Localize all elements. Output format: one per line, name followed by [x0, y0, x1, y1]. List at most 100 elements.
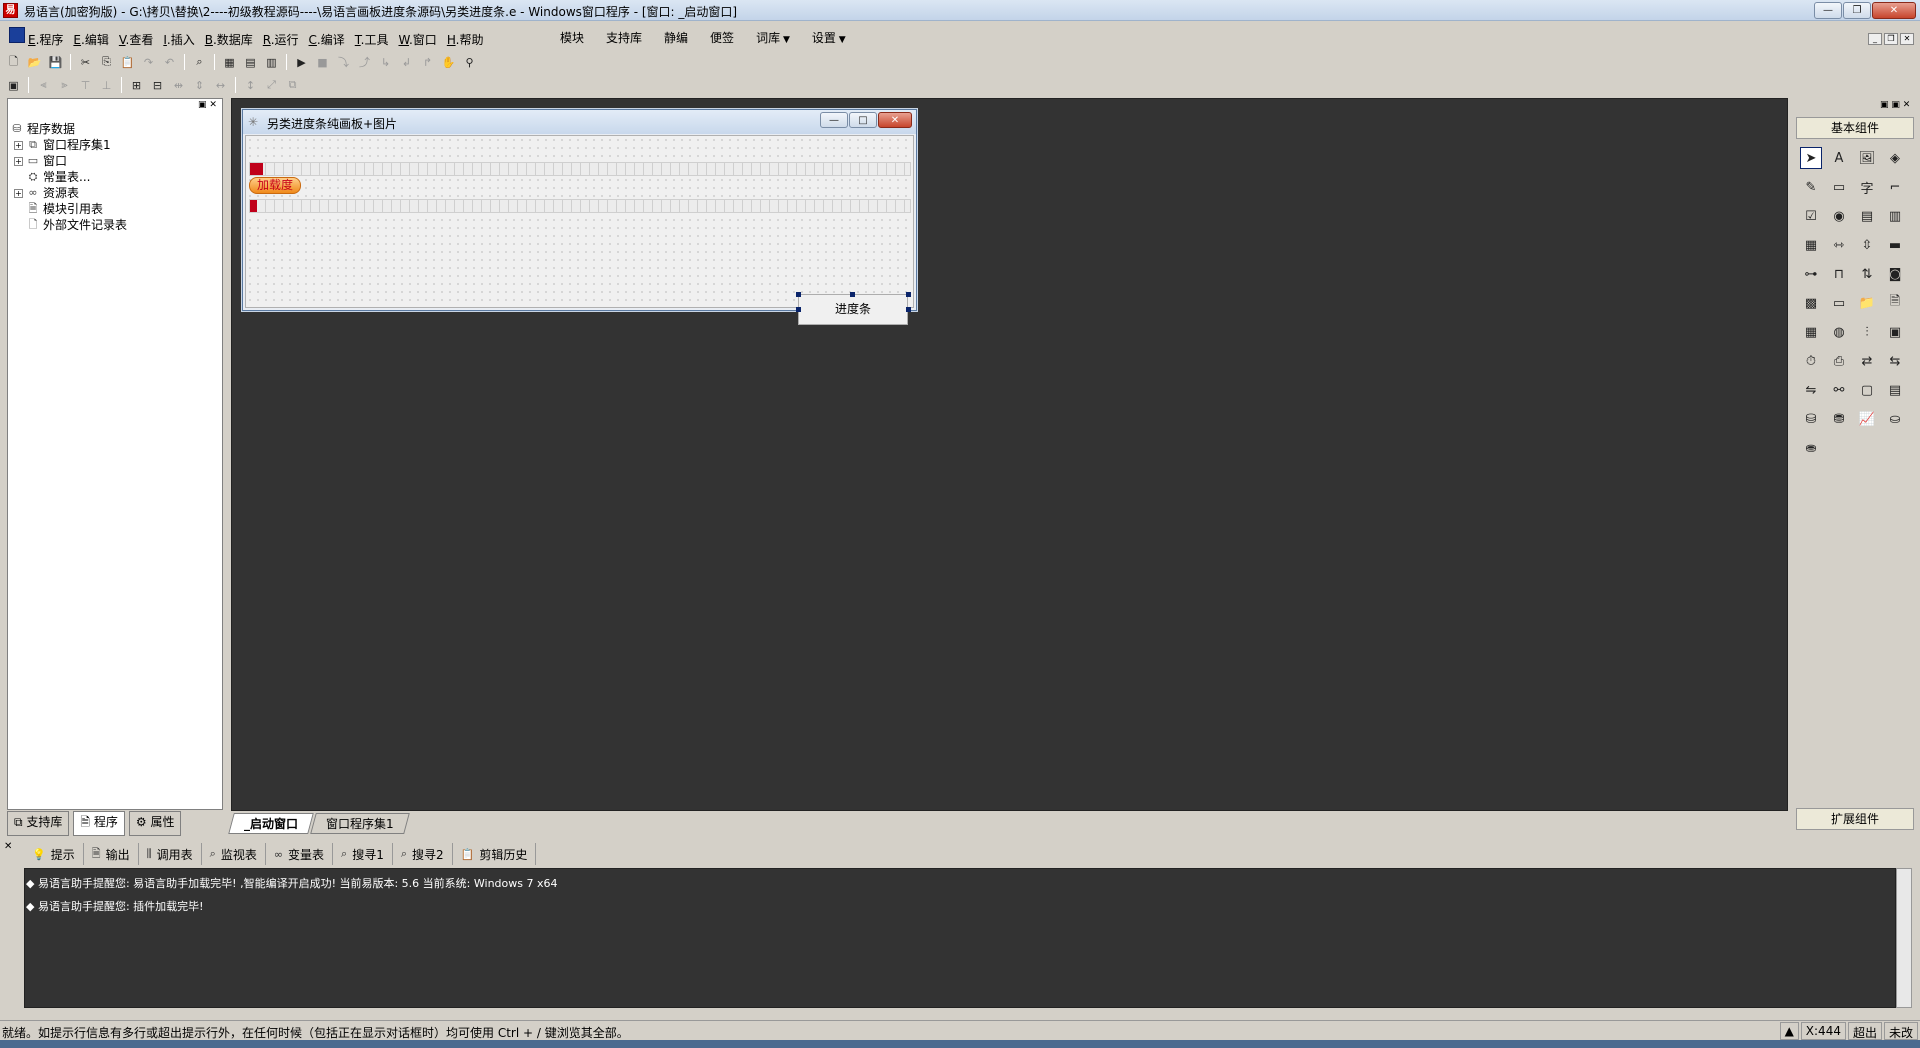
panel-pin-icon[interactable]: ▣ ▣ ✕	[1880, 100, 1910, 110]
form-client-area[interactable]: 加载度 进度条	[245, 135, 914, 325]
scroll-v-icon[interactable]: ⇳	[1856, 234, 1878, 256]
document-icon[interactable]: 🗎	[1884, 292, 1906, 314]
extended-components-header[interactable]: 扩展组件	[1796, 808, 1914, 830]
menu-run[interactable]: R.运行	[263, 31, 299, 48]
menu-database[interactable]: B.数据库	[205, 31, 253, 48]
layout-2-icon[interactable]: ▤	[241, 53, 260, 71]
select-list-icon[interactable]: ▦	[1800, 234, 1822, 256]
menu-window[interactable]: W.窗口	[398, 31, 436, 48]
tab-program[interactable]: 🗎 程序	[73, 811, 125, 836]
calendar-icon[interactable]: ▩	[1800, 292, 1822, 314]
minimize-button[interactable]: —	[1814, 2, 1842, 19]
checkbox-icon[interactable]: ☑	[1800, 205, 1822, 227]
open-folder-icon[interactable]: 📂	[25, 53, 44, 71]
load-label[interactable]: 加载度	[249, 177, 301, 194]
hand-icon[interactable]: ✋	[439, 53, 458, 71]
odbc-icon[interactable]: ⛀	[1884, 408, 1906, 430]
network-icon[interactable]: ⇄	[1856, 350, 1878, 372]
expand-icon[interactable]: +	[14, 140, 23, 150]
menu-compile[interactable]: C.编译	[309, 31, 345, 48]
save-icon[interactable]: 💾	[46, 53, 65, 71]
selection-handle[interactable]	[796, 307, 801, 312]
align-top-icon[interactable]: ⊤	[76, 76, 95, 94]
port-icon[interactable]: ⚯	[1828, 379, 1850, 401]
menu-help[interactable]: H.帮助	[447, 31, 484, 48]
list-box-icon[interactable]: ▥	[1884, 205, 1906, 227]
button-icon[interactable]: ▭	[1828, 176, 1850, 198]
align-left-icon[interactable]: ⫷	[34, 76, 53, 94]
menu-edit[interactable]: E.编辑	[73, 31, 108, 48]
server-icon[interactable]: ⇋	[1800, 379, 1822, 401]
tab-control-icon[interactable]: ⊓	[1828, 263, 1850, 285]
output-scrollbar[interactable]	[1896, 868, 1912, 1008]
step-3-icon[interactable]: ↳	[376, 53, 395, 71]
copy-icon[interactable]: ⎘	[97, 53, 116, 71]
tree-item-constants[interactable]: ⛭ 常量表...	[10, 169, 127, 185]
progress-icon[interactable]: ▬	[1884, 234, 1906, 256]
folder-icon[interactable]: 📁	[1856, 292, 1878, 314]
tab-search-2[interactable]: ⌕ 搜寻2	[393, 843, 453, 865]
client-icon[interactable]: ⇆	[1884, 350, 1906, 372]
output-close-icon[interactable]: ✕	[4, 841, 12, 852]
camera-icon[interactable]: ◙	[1884, 263, 1906, 285]
mdi-close-button[interactable]: ✕	[1900, 33, 1914, 45]
center-v-icon[interactable]: ⊟	[148, 76, 167, 94]
menu-module[interactable]: 模块	[560, 29, 584, 46]
tab-call-stack[interactable]: ⫼ 调用表	[139, 843, 202, 865]
form-minimize-button[interactable]: —	[820, 112, 848, 128]
form-designer-window[interactable]: ✳ 另类进度条纯画板+图片 — □ ✕ 加载度 进度条	[242, 109, 917, 325]
panel-icon[interactable]: ▤	[1884, 379, 1906, 401]
tab-watch[interactable]: ⌕ 监视表	[202, 843, 266, 865]
tree-item-module-refs[interactable]: 🗎 模块引用表	[10, 201, 127, 217]
expand-icon[interactable]: +	[14, 156, 23, 166]
layout-1-icon[interactable]: ▦	[220, 53, 239, 71]
selection-handle[interactable]	[906, 307, 911, 312]
tab-properties[interactable]: ⚙ 属性	[128, 811, 182, 836]
selection-handle[interactable]	[906, 292, 911, 297]
tab-variables[interactable]: ∞ 变量表	[266, 843, 334, 865]
run-icon[interactable]: ▶	[292, 53, 311, 71]
tab-clip-history[interactable]: 📋 剪辑历史	[453, 843, 537, 865]
slider-icon[interactable]: ⊶	[1800, 263, 1822, 285]
same-width-icon[interactable]: ↔	[211, 76, 230, 94]
scroll-h-icon[interactable]: ⇿	[1828, 234, 1850, 256]
space-v-icon[interactable]: ⇕	[190, 76, 209, 94]
menu-program[interactable]: E.程序	[28, 31, 63, 48]
menu-notes[interactable]: 便签	[710, 29, 734, 46]
radio-icon[interactable]: ◉	[1828, 205, 1850, 227]
progress-bar-2[interactable]	[249, 199, 911, 213]
tree-item-window-set[interactable]: + ⧉ 窗口程序集1	[10, 137, 127, 153]
pointer-icon[interactable]: ➤	[1800, 147, 1822, 169]
align-bottom-icon[interactable]: ⊥	[97, 76, 116, 94]
binoculars-icon[interactable]: ⚲	[460, 53, 479, 71]
tree-item-resources[interactable]: + ∞ 资源表	[10, 185, 127, 201]
menu-support-lib[interactable]: 支持库	[606, 29, 642, 46]
undo-icon[interactable]: ↶	[160, 53, 179, 71]
tree-item-window[interactable]: + ▭ 窗口	[10, 153, 127, 169]
tab-window-set[interactable]: 窗口程序集1	[310, 813, 410, 834]
grid-icon[interactable]: ▣	[1884, 321, 1906, 343]
paste-icon[interactable]: 📋	[118, 53, 137, 71]
grid-icon[interactable]: ▣	[4, 76, 23, 94]
menu-tools[interactable]: T.工具	[355, 31, 389, 48]
step-5-icon[interactable]: ↱	[418, 53, 437, 71]
menu-static-compile[interactable]: 静编	[664, 29, 688, 46]
stop-icon[interactable]: ■	[313, 53, 332, 71]
restore-button[interactable]: ❐	[1843, 2, 1871, 19]
tab-hint[interactable]: 💡 提示	[24, 843, 84, 865]
combo-box-icon[interactable]: ▤	[1856, 205, 1878, 227]
align-right-icon[interactable]: ⫸	[55, 76, 74, 94]
tab-search-1[interactable]: ⌕ 搜寻1	[333, 843, 393, 865]
db-source-icon[interactable]: ⛃	[1828, 408, 1850, 430]
form-maximize-button[interactable]: □	[849, 112, 877, 128]
selection-handle[interactable]	[850, 292, 855, 297]
tab-support-lib[interactable]: ⧉ 支持库	[7, 811, 70, 836]
line-icon[interactable]: ⌐	[1884, 176, 1906, 198]
panel-pin-icon[interactable]: ▣ ✕	[198, 100, 217, 110]
menu-settings[interactable]: 设置	[812, 29, 846, 46]
form-close-button[interactable]: ✕	[878, 112, 912, 128]
picture-box-icon[interactable]: 🖼	[1856, 147, 1878, 169]
selection-handle[interactable]	[796, 292, 801, 297]
db-provider-icon[interactable]: ⛁	[1800, 408, 1822, 430]
same-size-icon[interactable]: ⤢	[262, 76, 281, 94]
